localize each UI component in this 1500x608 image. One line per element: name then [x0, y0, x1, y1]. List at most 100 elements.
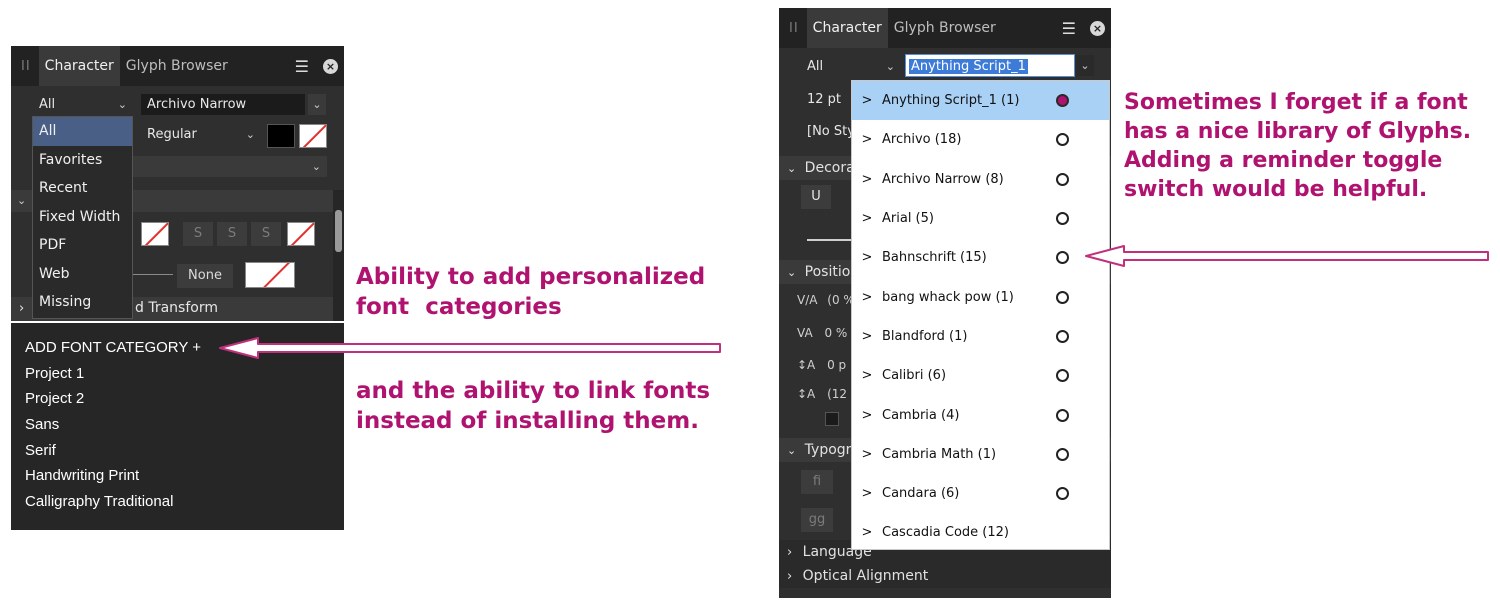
- kerning-row[interactable]: VA 0 %: [797, 326, 847, 340]
- tab-glyph-browser[interactable]: Glyph Browser: [888, 8, 1002, 48]
- font-style-select[interactable]: Regular ⌄: [141, 124, 261, 145]
- baseline-icon: ↕A: [797, 358, 816, 372]
- collection-value: All: [39, 97, 56, 112]
- tab-character[interactable]: Character: [806, 8, 888, 48]
- glyph-toggle-radio[interactable]: [1056, 133, 1069, 147]
- font-family-input[interactable]: Anything Script_1: [905, 54, 1075, 77]
- chevron-down-icon: ⌄: [17, 194, 27, 207]
- font-list-item[interactable]: > bang whack pow (1): [852, 277, 1109, 316]
- font-list-item[interactable]: > Archivo Narrow (8): [852, 160, 1109, 199]
- collection-option-all[interactable]: All: [33, 117, 132, 146]
- glyph-toggle-radio[interactable]: [1056, 447, 1069, 461]
- glyph-toggle-radio[interactable]: [1056, 172, 1069, 186]
- collection-select[interactable]: All ⌄: [801, 56, 901, 77]
- glyph-toggle-radio[interactable]: [1056, 369, 1069, 383]
- hamburger-icon[interactable]: ☰: [295, 57, 309, 76]
- none-button[interactable]: None: [177, 264, 233, 288]
- chevron-right-icon: >: [861, 368, 873, 384]
- category-item[interactable]: Sans: [11, 412, 344, 438]
- strike-color-swatch[interactable]: [287, 222, 315, 246]
- optical-alignment-section[interactable]: › Optical Alignment: [779, 564, 1111, 588]
- collection-option-web[interactable]: Web: [33, 260, 132, 289]
- font-list-item[interactable]: > Bahnschrift (15): [852, 238, 1109, 277]
- font-name: Blandford (1): [882, 328, 968, 344]
- right-annotation: Sometimes I forget if a font has a nice …: [1124, 88, 1500, 204]
- font-family-dropdown-button[interactable]: ⌄: [1076, 55, 1094, 76]
- scrollbar-thumb[interactable]: [335, 210, 342, 252]
- chevron-down-icon: ⌄: [787, 444, 797, 457]
- none-color-swatch[interactable]: [245, 262, 295, 288]
- left-callout-arrow: [219, 337, 721, 359]
- chevron-right-icon: >: [861, 171, 873, 187]
- tab-character[interactable]: Character: [38, 46, 120, 86]
- left-character-panel: II Character Glyph Browser ☰ × All ⌄ Arc…: [11, 46, 344, 321]
- tracking-row[interactable]: V/A (0 %: [797, 293, 855, 307]
- font-list-item[interactable]: > Cascadia Code (12): [852, 513, 1109, 549]
- font-name: Bahnschrift (15): [882, 250, 987, 266]
- line-preview: [133, 274, 173, 275]
- font-list-item[interactable]: > Archivo (18): [852, 120, 1109, 159]
- stylistic-button[interactable]: gg: [801, 508, 833, 532]
- chevron-down-icon: ⌄: [312, 98, 322, 111]
- category-item[interactable]: Project 1: [11, 361, 344, 387]
- strike-button-1[interactable]: S: [183, 222, 213, 246]
- text-stroke-swatch[interactable]: [299, 124, 327, 148]
- collection-option-missing[interactable]: Missing: [33, 288, 132, 317]
- font-name: Cascadia Code (12): [882, 525, 1009, 541]
- collection-option-fixed-width[interactable]: Fixed Width: [33, 203, 132, 232]
- font-name: Cambria Math (1): [882, 446, 997, 462]
- section-label: Positio: [804, 264, 851, 280]
- glyph-toggle-radio[interactable]: [1056, 329, 1069, 343]
- baseline-row[interactable]: ↕A 0 p: [797, 358, 846, 372]
- collection-option-recent[interactable]: Recent: [33, 174, 132, 203]
- close-icon[interactable]: ×: [1090, 20, 1105, 36]
- font-list-item[interactable]: > Arial (5): [852, 199, 1109, 238]
- panel-grip[interactable]: II: [21, 59, 31, 74]
- chevron-right-icon: ›: [787, 569, 793, 584]
- collection-dropdown-menu: All Favorites Recent Fixed Width PDF Web…: [32, 116, 133, 319]
- font-list-item[interactable]: > Anything Script_1 (1): [852, 81, 1109, 121]
- panel-scrollbar[interactable]: [333, 190, 344, 321]
- tab-glyph-browser[interactable]: Glyph Browser: [120, 46, 234, 86]
- glyph-toggle-radio[interactable]: [1056, 290, 1069, 304]
- chevron-right-icon: >: [861, 328, 873, 344]
- collection-option-favorites[interactable]: Favorites: [33, 146, 132, 175]
- font-list-item[interactable]: > Blandford (1): [852, 317, 1109, 356]
- left-annotation-1: Ability to add personalized font categor…: [356, 262, 746, 322]
- category-item[interactable]: Calligraphy Traditional: [11, 489, 344, 515]
- position-checkbox[interactable]: [825, 412, 839, 426]
- strike-button-3[interactable]: S: [251, 222, 281, 246]
- glyph-toggle-radio[interactable]: [1056, 251, 1069, 265]
- font-list-item[interactable]: > Calibri (6): [852, 356, 1109, 395]
- underline-color-swatch[interactable]: [141, 222, 169, 246]
- chevron-down-icon: ⌄: [245, 128, 255, 141]
- font-list-item[interactable]: > Cambria (4): [852, 395, 1109, 434]
- collection-option-pdf[interactable]: PDF: [33, 231, 132, 260]
- ligature-button[interactable]: fi: [801, 470, 833, 494]
- hamburger-icon[interactable]: ☰: [1062, 19, 1076, 38]
- close-icon[interactable]: ×: [323, 58, 338, 74]
- leading-row[interactable]: ↕A (12: [797, 387, 847, 401]
- font-family-dropdown-button[interactable]: ⌄: [308, 94, 326, 115]
- glyph-toggle-radio[interactable]: [1056, 212, 1069, 226]
- category-item[interactable]: Project 2: [11, 386, 344, 412]
- chevron-right-icon: >: [861, 486, 873, 502]
- glyph-toggle-radio[interactable]: [1056, 94, 1069, 108]
- collection-select[interactable]: All ⌄: [33, 94, 133, 115]
- category-item[interactable]: Handwriting Print: [11, 463, 344, 489]
- panel-grip[interactable]: II: [789, 21, 799, 36]
- font-family-select[interactable]: Archivo Narrow: [141, 94, 305, 115]
- glyph-toggle-radio[interactable]: [1056, 408, 1069, 422]
- underline-button[interactable]: U: [801, 185, 831, 209]
- glyph-toggle-radio[interactable]: [1056, 487, 1069, 501]
- right-character-panel: II Character Glyph Browser ☰ × All ⌄ Any…: [779, 8, 1111, 598]
- strike-button-2[interactable]: S: [217, 222, 247, 246]
- font-list-item[interactable]: > Candara (6): [852, 474, 1109, 513]
- font-style-value: Regular: [147, 127, 197, 142]
- text-fill-swatch[interactable]: [267, 124, 295, 148]
- font-name: bang whack pow (1): [882, 289, 1014, 305]
- chevron-right-icon: >: [861, 525, 873, 541]
- category-item[interactable]: Serif: [11, 438, 344, 464]
- font-list-item[interactable]: > Cambria Math (1): [852, 435, 1109, 474]
- font-size-row[interactable]: ⌄: [133, 156, 327, 177]
